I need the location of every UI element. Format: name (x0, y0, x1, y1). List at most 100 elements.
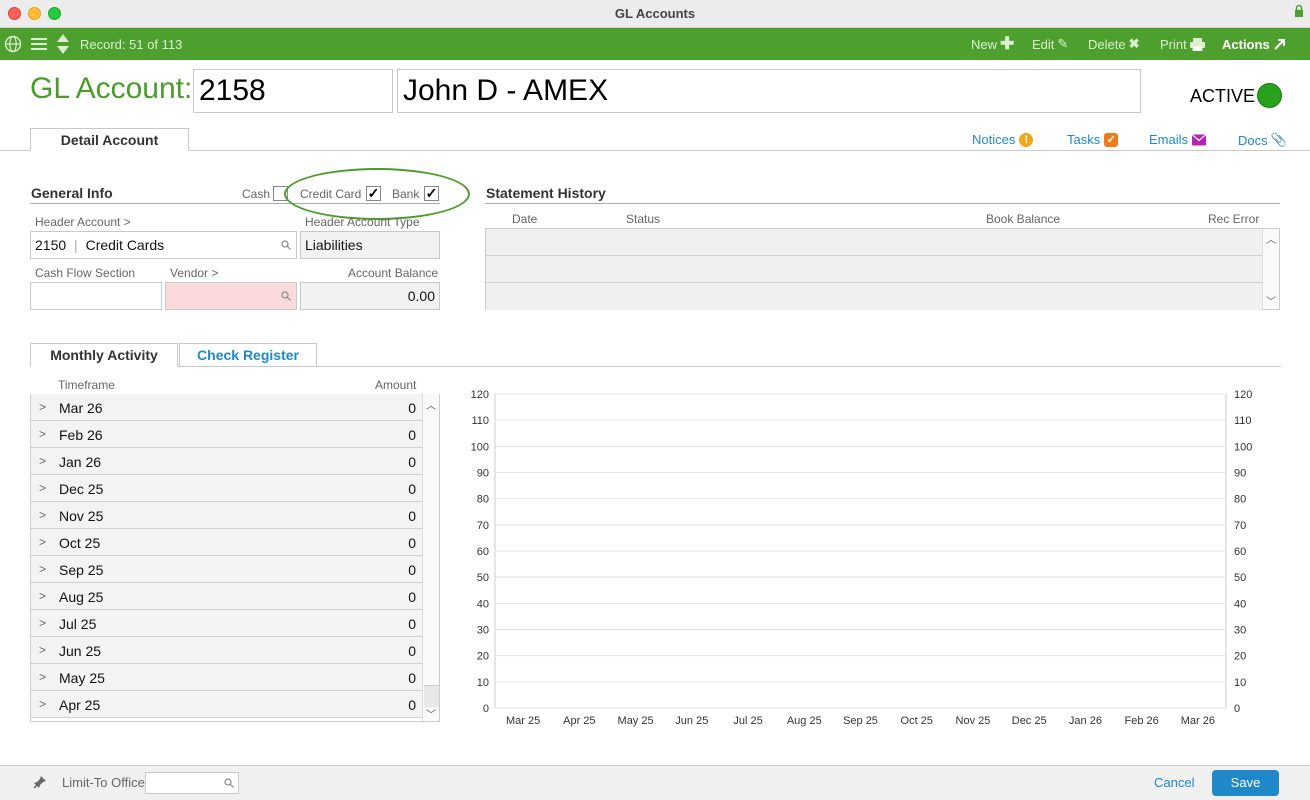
notices-link[interactable]: Notices ! (972, 132, 1034, 147)
scroll-thumb[interactable] (424, 685, 439, 707)
chevron-down-icon[interactable]: ﹀ (423, 706, 439, 721)
search-icon[interactable] (224, 778, 234, 788)
y-tick-label-right: 80 (1234, 494, 1246, 506)
x-tick-label: Dec 25 (1012, 715, 1047, 727)
y-tick-label-left: 90 (477, 468, 489, 480)
search-icon[interactable] (281, 291, 291, 301)
x-tick-label: Feb 26 (1125, 715, 1159, 727)
docs-link[interactable]: Docs 📎 (1238, 132, 1287, 148)
timeframe-cell: May 25 (59, 670, 105, 686)
chevron-down-icon[interactable]: ﹀ (1263, 293, 1279, 308)
tab-detail-account[interactable]: Detail Account (30, 128, 189, 151)
y-tick-label-left: 40 (477, 598, 489, 610)
vendor-field[interactable] (165, 282, 297, 310)
title-bar: GL Accounts (0, 0, 1310, 28)
vendor-label[interactable]: Vendor > (170, 266, 218, 280)
amount-cell: 0 (408, 400, 416, 416)
tasks-link[interactable]: Tasks ✓ (1067, 132, 1119, 147)
list-item[interactable]: > Oct 25 0 (31, 529, 422, 556)
col-rec-error[interactable]: Rec Error (1208, 212, 1259, 226)
header-account-code: 2150 (35, 237, 67, 253)
col-date[interactable]: Date (512, 212, 537, 226)
tab-monthly-activity[interactable]: Monthly Activity (30, 343, 178, 367)
edit-button[interactable]: Edit ✎ (1032, 28, 1068, 60)
pin-icon[interactable] (33, 775, 47, 789)
list-item[interactable]: > Dec 25 0 (31, 475, 422, 502)
lock-icon[interactable] (1294, 4, 1304, 18)
status-label: ACTIVE (1190, 86, 1256, 106)
expand-arrow-icon[interactable]: > (39, 616, 46, 630)
header-account-label[interactable]: Header Account > (35, 215, 131, 229)
expand-arrow-icon[interactable]: > (39, 643, 46, 657)
statement-history-title: Statement History (486, 185, 606, 201)
delete-button[interactable]: Delete ✖ (1088, 28, 1139, 60)
x-tick-label: Jul 25 (733, 715, 762, 727)
col-status[interactable]: Status (626, 212, 660, 226)
col-book-balance[interactable]: Book Balance (986, 212, 1060, 226)
list-item[interactable]: > Jun 25 0 (31, 637, 422, 664)
y-tick-label-right: 30 (1234, 625, 1246, 637)
col-amount[interactable]: Amount (375, 378, 416, 392)
tasks-label: Tasks (1067, 132, 1101, 147)
list-item[interactable]: > Mar 26 0 (31, 394, 422, 421)
edit-label: Edit (1032, 36, 1055, 52)
save-button[interactable]: Save (1212, 770, 1279, 796)
expand-arrow-icon[interactable]: > (39, 508, 46, 522)
cash-flow-section-field[interactable] (30, 282, 162, 310)
limit-to-office-field[interactable] (145, 772, 239, 794)
cancel-button[interactable]: Cancel (1154, 775, 1194, 790)
col-timeframe[interactable]: Timeframe (58, 378, 115, 392)
list-item[interactable]: > Aug 25 0 (31, 583, 422, 610)
actions-button[interactable]: Actions (1222, 28, 1286, 60)
delete-label: Delete (1088, 36, 1126, 52)
account-name-field[interactable]: John D - AMEX (397, 69, 1141, 113)
expand-arrow-icon[interactable]: > (39, 454, 46, 468)
expand-arrow-icon[interactable]: > (39, 400, 46, 414)
scrollbar[interactable]: ︿ ﹀ (422, 394, 439, 721)
account-number-field[interactable]: 2158 (193, 69, 393, 113)
status-indicator[interactable] (1257, 83, 1282, 108)
timeframe-cell: Mar 26 (59, 400, 103, 416)
chevron-up-icon[interactable]: ︿ (423, 397, 439, 412)
list-item[interactable]: > Jul 25 0 (31, 610, 422, 637)
expand-arrow-icon[interactable]: > (39, 697, 46, 711)
expand-arrow-icon[interactable]: > (39, 481, 46, 495)
list-item[interactable]: > Jan 26 0 (31, 448, 422, 475)
scrollbar[interactable]: ︿ ﹀ (1262, 229, 1279, 309)
record-counter: Record: 51 of 113 (80, 36, 183, 52)
envelope-icon (1192, 133, 1207, 145)
table-row[interactable] (486, 229, 1262, 256)
expand-arrow-icon[interactable]: > (39, 670, 46, 684)
y-tick-label-left: 50 (477, 572, 489, 584)
docs-label: Docs (1238, 132, 1268, 148)
amount-cell: 0 (408, 562, 416, 578)
table-row[interactable] (486, 256, 1262, 283)
globe-icon[interactable] (4, 35, 22, 53)
amount-cell: 0 (408, 589, 416, 605)
checkbox-icon: ✓ (1104, 132, 1119, 147)
y-tick-label-right: 60 (1234, 546, 1246, 558)
expand-arrow-icon[interactable]: > (39, 589, 46, 603)
table-row[interactable] (486, 283, 1262, 310)
list-item[interactable]: > Sep 25 0 (31, 556, 422, 583)
chevron-up-icon[interactable]: ︿ (1263, 231, 1279, 246)
expand-arrow-icon[interactable]: > (39, 427, 46, 441)
list-item[interactable]: > Feb 26 0 (31, 421, 422, 448)
emails-link[interactable]: Emails (1149, 132, 1207, 147)
search-icon[interactable] (281, 240, 291, 250)
cash-label: Cash (242, 187, 271, 201)
header-account-field[interactable]: 2150 | Credit Cards (30, 231, 297, 259)
x-tick-label: Oct 25 (901, 715, 933, 727)
y-tick-label-left: 80 (477, 494, 489, 506)
list-menu-icon[interactable] (31, 36, 47, 52)
list-item[interactable]: > May 25 0 (31, 664, 422, 691)
new-button[interactable]: New ✚ (971, 28, 1014, 60)
expand-arrow-icon[interactable]: > (39, 562, 46, 576)
tab-check-register[interactable]: Check Register (179, 343, 317, 367)
list-item[interactable]: > Nov 25 0 (31, 502, 422, 529)
expand-arrow-icon[interactable]: > (39, 535, 46, 549)
list-item[interactable]: > Apr 25 0 (31, 691, 422, 718)
record-nav-arrows-icon[interactable] (56, 33, 70, 55)
y-tick-label-left: 0 (483, 703, 489, 715)
print-button[interactable]: Print (1160, 28, 1205, 60)
